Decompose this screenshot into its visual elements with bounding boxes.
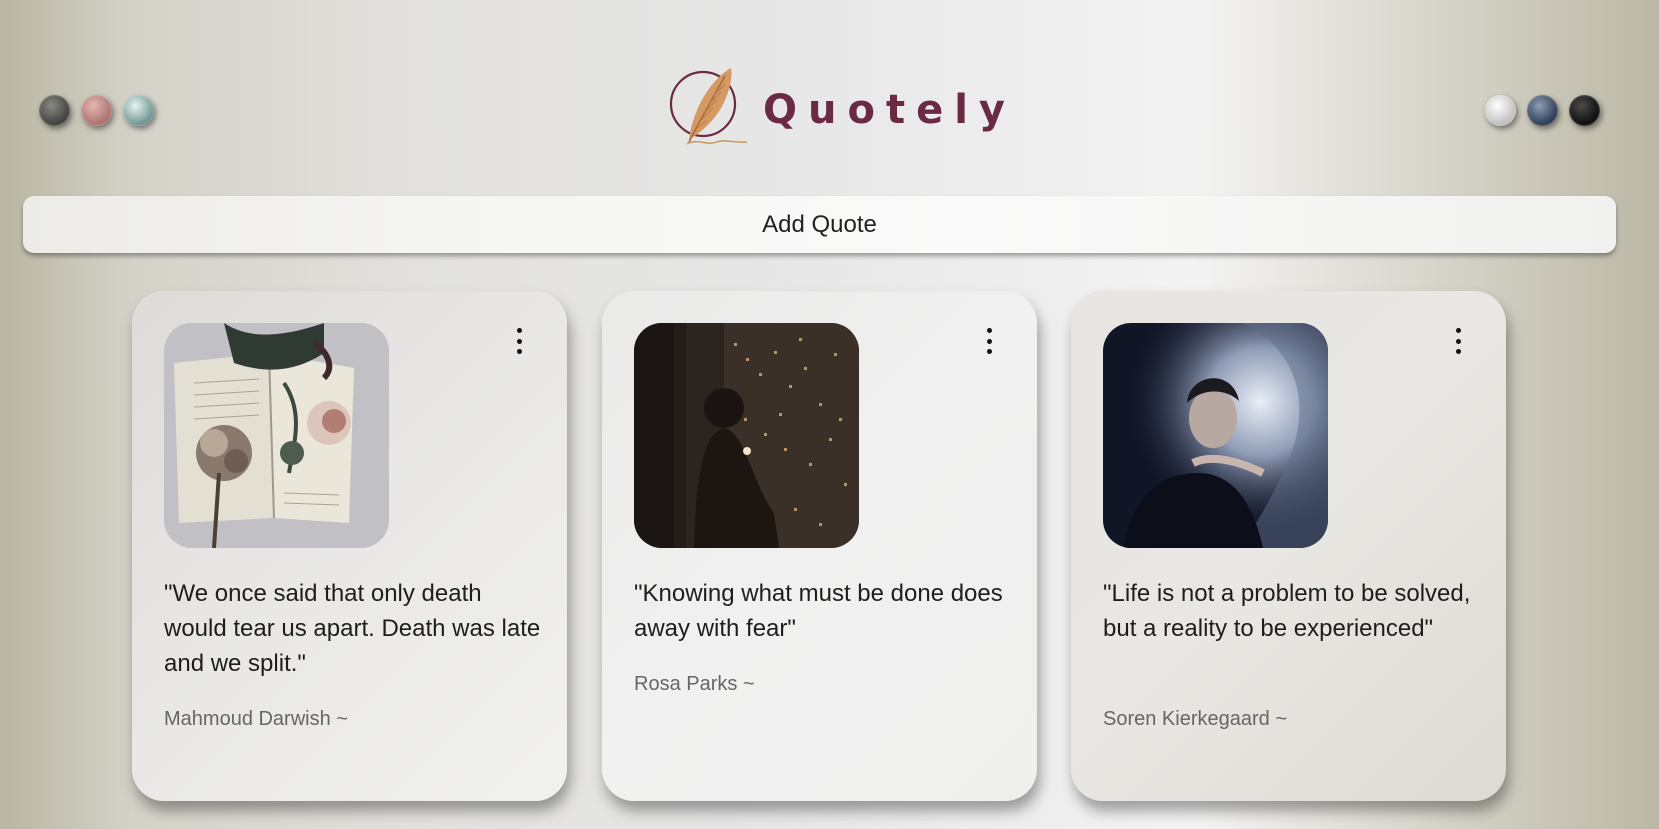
more-vertical-icon xyxy=(1455,328,1461,333)
theme-swatch-navy[interactable] xyxy=(1527,95,1558,126)
quote-photo xyxy=(164,323,389,548)
brand-logo: Quotely xyxy=(667,64,1016,152)
theme-swatches-right xyxy=(1485,95,1600,126)
brand-name: Quotely xyxy=(763,87,1016,133)
quote-photo xyxy=(1103,323,1328,548)
quote-author: Rosa Parks ~ xyxy=(634,673,755,695)
quote-card: "Life is not a problem to be solved, but… xyxy=(1071,291,1506,801)
quote-text: "Life is not a problem to be solved, but… xyxy=(1103,580,1471,642)
more-vertical-icon xyxy=(516,328,522,333)
add-quote-button[interactable]: Add Quote xyxy=(23,196,1616,253)
quote-author: Soren Kierkegaard ~ xyxy=(1103,708,1288,730)
feather-quill-icon xyxy=(669,68,748,145)
more-vertical-icon xyxy=(986,328,992,333)
theme-swatch-black[interactable] xyxy=(1569,95,1600,126)
theme-swatch-sea-glass[interactable] xyxy=(123,95,154,126)
card-menu-button[interactable] xyxy=(983,328,995,354)
quote-text: "We once said that only death would tear… xyxy=(164,580,541,677)
quote-photo xyxy=(634,323,859,548)
theme-swatch-dark-olive[interactable] xyxy=(39,95,70,126)
card-menu-button[interactable] xyxy=(513,328,525,354)
quote-card: "We once said that only death would tear… xyxy=(132,291,567,801)
quote-author: Mahmoud Darwish ~ xyxy=(164,708,348,730)
quote-text: "Knowing what must be done does away wit… xyxy=(634,580,1003,642)
quote-card: "Knowing what must be done does away wit… xyxy=(602,291,1037,801)
theme-swatch-dusty-rose[interactable] xyxy=(81,95,112,126)
theme-swatches-left xyxy=(39,95,154,126)
add-quote-label: Add Quote xyxy=(762,210,877,238)
card-menu-button[interactable] xyxy=(1452,328,1464,354)
theme-swatch-white[interactable] xyxy=(1485,95,1516,126)
